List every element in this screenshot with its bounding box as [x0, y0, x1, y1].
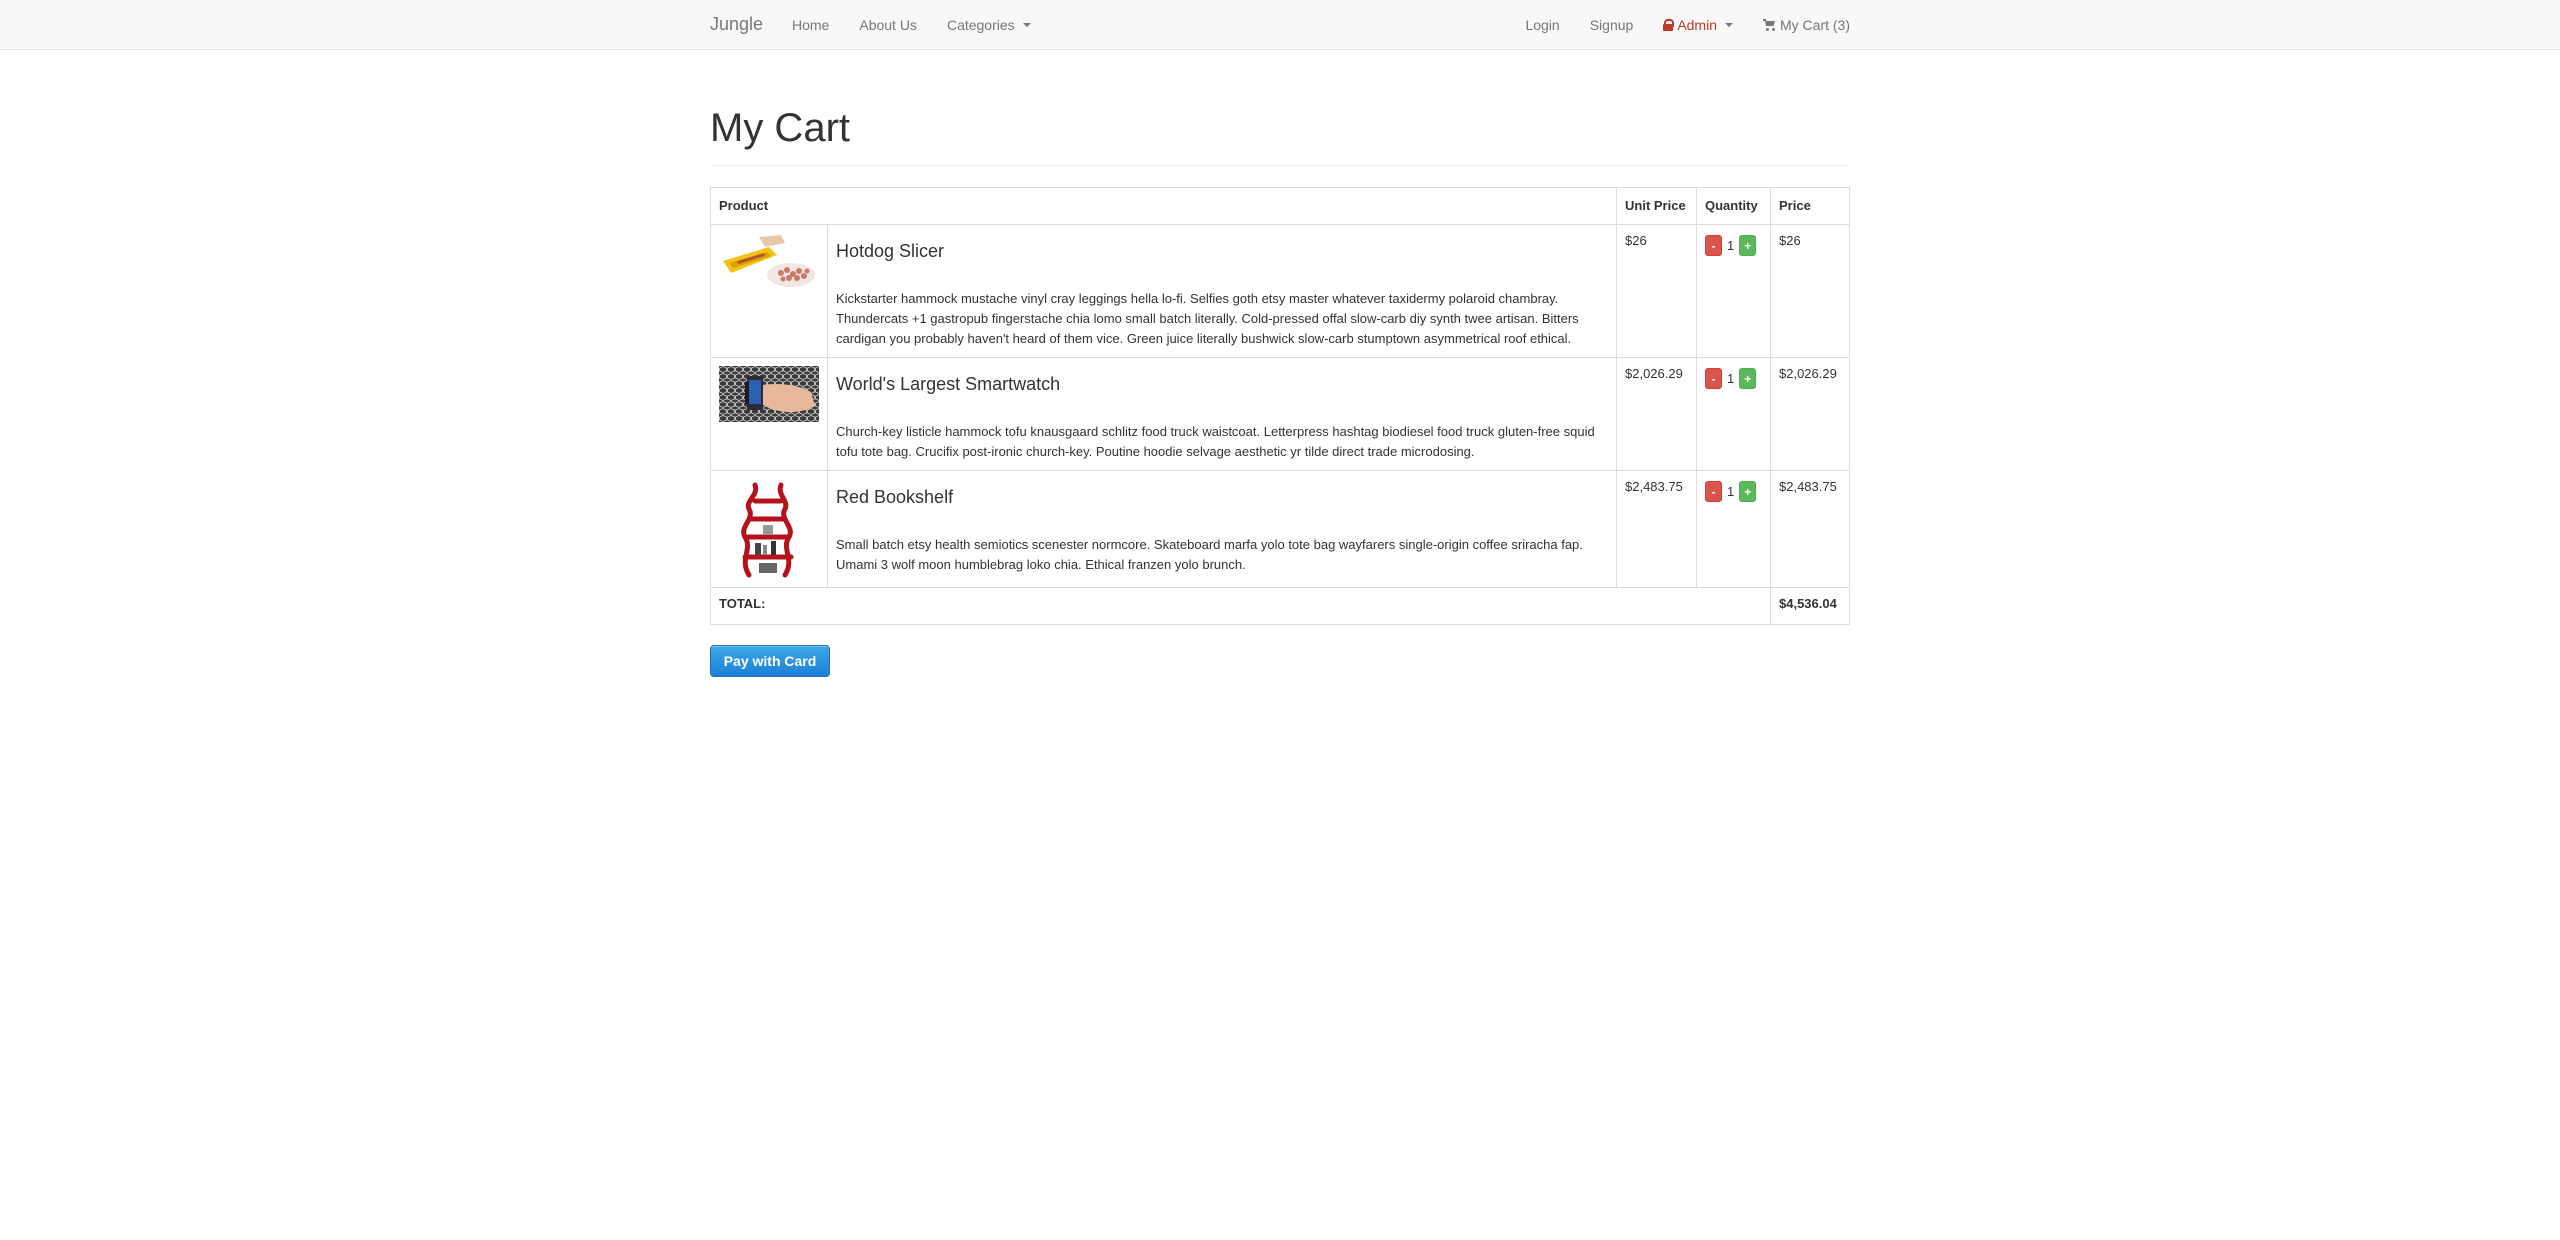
nav-login[interactable]: Login: [1510, 0, 1574, 50]
total-value: $4,536.04: [1770, 587, 1850, 625]
increase-quantity-button[interactable]: +: [1739, 368, 1757, 389]
nav-categories-dropdown[interactable]: Categories: [932, 0, 1046, 50]
line-price-cell: $2,483.75: [1770, 470, 1850, 588]
product-image-cell: [710, 357, 828, 471]
nav-right: Login Signup Admin My Cart (3): [1510, 0, 1850, 50]
smartwatch-image: [719, 366, 819, 422]
nav-admin-dropdown[interactable]: Admin: [1648, 0, 1748, 50]
decrease-quantity-button[interactable]: -: [1705, 481, 1722, 502]
quantity-value: 1: [1727, 484, 1735, 499]
quantity-cell: - 1 +: [1696, 470, 1771, 588]
caret-down-icon: [1022, 23, 1031, 27]
navbar-inner: Jungle Home About Us Categories Login Si…: [710, 0, 1850, 50]
total-label: TOTAL:: [710, 587, 1771, 625]
nav-admin-label: Admin: [1677, 17, 1717, 33]
hotdog-slicer-image: [719, 233, 819, 289]
quantity-stepper: - 1 +: [1705, 368, 1762, 389]
decrease-quantity-button[interactable]: -: [1705, 368, 1722, 389]
quantity-stepper: - 1 +: [1705, 235, 1762, 256]
shopping-cart-icon: [1763, 19, 1776, 31]
quantity-cell: - 1 +: [1696, 357, 1771, 471]
table-row: Hotdog Slicer Kickstarter hammock mustac…: [710, 224, 1850, 358]
quantity-value: 1: [1727, 238, 1735, 253]
quantity-value: 1: [1727, 371, 1735, 386]
header-quantity: Quantity: [1696, 187, 1771, 225]
header-unit-price: Unit Price: [1616, 187, 1697, 225]
unit-price-cell: $26: [1616, 224, 1697, 358]
product-name[interactable]: Red Bookshelf: [836, 487, 1608, 508]
navbar: Jungle Home About Us Categories Login Si…: [0, 0, 2560, 50]
product-info-cell: Red Bookshelf Small batch etsy health se…: [827, 470, 1617, 588]
product-info-cell: World's Largest Smartwatch Church-key li…: [827, 357, 1617, 471]
product-description: Small batch etsy health semiotics scenes…: [836, 537, 1583, 572]
unit-price-cell: $2,026.29: [1616, 357, 1697, 471]
cart-table: Product Unit Price Quantity Price Hotdog…: [710, 187, 1850, 625]
decrease-quantity-button[interactable]: -: [1705, 235, 1722, 256]
product-image-cell: [710, 470, 828, 588]
line-price-cell: $2,026.29: [1770, 357, 1850, 471]
caret-down-icon: [1725, 23, 1733, 27]
increase-quantity-button[interactable]: +: [1739, 481, 1757, 502]
quantity-stepper: - 1 +: [1705, 481, 1762, 502]
table-row: World's Largest Smartwatch Church-key li…: [710, 357, 1850, 471]
nav-left: Home About Us Categories: [792, 0, 1046, 50]
page-title: My Cart: [710, 106, 1850, 166]
product-description: Kickstarter hammock mustache vinyl cray …: [836, 291, 1579, 346]
quantity-cell: - 1 +: [1696, 224, 1771, 358]
nav-home[interactable]: Home: [792, 0, 844, 50]
header-price: Price: [1770, 187, 1850, 225]
nav-categories-label: Categories: [946, 17, 1015, 33]
table-row: Red Bookshelf Small batch etsy health se…: [710, 470, 1850, 588]
product-name[interactable]: Hotdog Slicer: [836, 241, 1608, 262]
lock-icon: [1663, 19, 1675, 31]
total-row: TOTAL: $4,536.04: [710, 587, 1850, 625]
unit-price-cell: $2,483.75: [1616, 470, 1697, 588]
product-info-cell: Hotdog Slicer Kickstarter hammock mustac…: [827, 224, 1617, 358]
nav-my-cart[interactable]: My Cart (3): [1748, 0, 1850, 50]
pay-with-card-button[interactable]: Pay with Card: [710, 645, 830, 677]
nav-cart-label: My Cart (3): [1780, 17, 1850, 33]
brand-link[interactable]: Jungle: [710, 14, 763, 35]
product-description: Church-key listicle hammock tofu knausga…: [836, 424, 1595, 459]
product-image-cell: [710, 224, 828, 358]
header-product: Product: [710, 187, 1617, 225]
nav-signup[interactable]: Signup: [1575, 0, 1649, 50]
line-price-cell: $26: [1770, 224, 1850, 358]
red-bookshelf-image: [719, 479, 819, 579]
cart-table-header: Product Unit Price Quantity Price: [710, 187, 1850, 225]
increase-quantity-button[interactable]: +: [1739, 235, 1757, 256]
nav-about-us[interactable]: About Us: [844, 0, 932, 50]
main-container: My Cart Product Unit Price Quantity Pric…: [710, 50, 1850, 677]
product-name[interactable]: World's Largest Smartwatch: [836, 374, 1608, 395]
